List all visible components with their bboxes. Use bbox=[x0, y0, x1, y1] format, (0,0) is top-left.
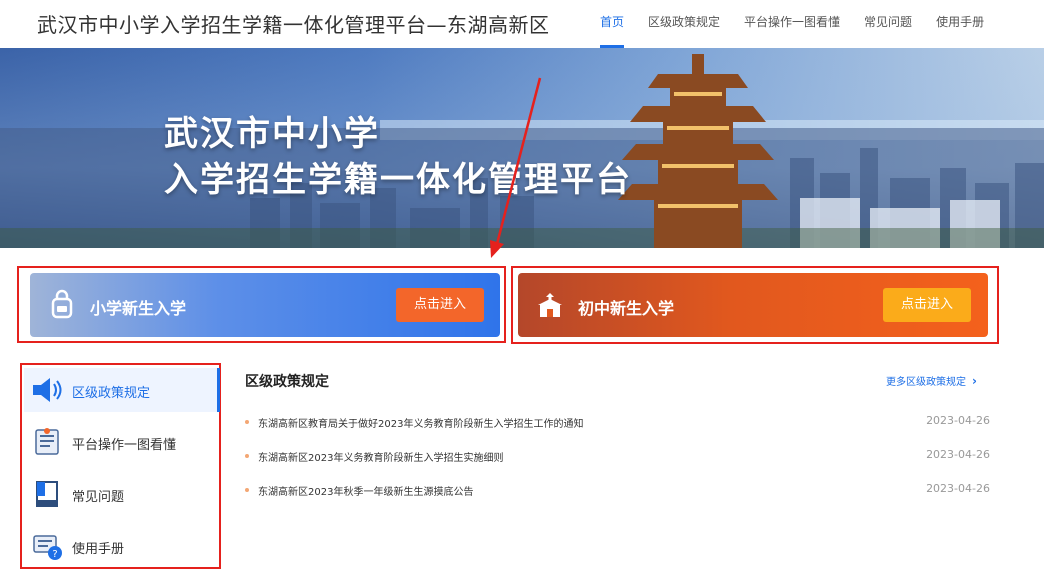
nav-home[interactable]: 首页 bbox=[600, 0, 625, 48]
sidebar-item-label: 常见问题 bbox=[72, 490, 125, 505]
policy-section-title: 区级政策规定 bbox=[245, 374, 329, 390]
middle-school-entry-label: 初中新生入学 bbox=[578, 299, 675, 318]
policy-date: 2023-04-26 bbox=[926, 482, 990, 495]
manual-help-icon: ? bbox=[33, 535, 62, 560]
banner-title-line-2: 入学招生学籍一体化管理平台 bbox=[164, 160, 632, 200]
main-nav: 首页 区级政策规定 平台操作一图看懂 常见问题 使用手册 bbox=[600, 0, 1008, 48]
yellow-crane-tower-image bbox=[618, 54, 778, 248]
hero-banner: 武汉市中小学 入学招生学籍一体化管理平台 bbox=[0, 48, 1044, 248]
sidebar-item-district-policy[interactable]: 区级政策规定 bbox=[24, 368, 220, 412]
sidebar-item-label: 平台操作一图看懂 bbox=[72, 438, 177, 453]
primary-school-entry-card[interactable]: 小学新生入学 点击进入 bbox=[30, 273, 500, 337]
list-item[interactable]: 东湖高新区教育局关于做好2023年义务教育阶段新生入学招生工作的通知 2023-… bbox=[245, 412, 990, 432]
sidebar-item-label: 使用手册 bbox=[72, 542, 125, 557]
policy-link-text[interactable]: 东湖高新区教育局关于做好2023年义务教育阶段新生入学招生工作的通知 bbox=[258, 415, 583, 430]
primary-school-entry-label: 小学新生入学 bbox=[90, 299, 187, 318]
bullet-dot bbox=[245, 420, 249, 424]
nav-faq[interactable]: 常见问题 bbox=[864, 0, 912, 48]
nav-district-policy[interactable]: 区级政策规定 bbox=[648, 0, 720, 48]
bullet-dot bbox=[245, 488, 249, 492]
school-building-icon bbox=[538, 293, 562, 317]
sidebar-item-operation-guide[interactable]: 平台操作一图看懂 bbox=[24, 420, 220, 464]
policy-link-text[interactable]: 东湖高新区2023年义务教育阶段新生入学招生实施细则 bbox=[258, 449, 503, 464]
nav-operation-guide[interactable]: 平台操作一图看懂 bbox=[744, 0, 840, 48]
book-icon bbox=[36, 481, 58, 507]
primary-school-enter-button[interactable]: 点击进入 bbox=[396, 288, 484, 322]
nav-user-manual[interactable]: 使用手册 bbox=[936, 0, 984, 48]
sidebar-item-faq[interactable]: 常见问题 bbox=[24, 472, 220, 516]
middle-school-entry-card[interactable]: 初中新生入学 点击进入 bbox=[518, 273, 988, 337]
sidebar-item-user-manual[interactable]: ? 使用手册 bbox=[24, 524, 220, 568]
school-bag-icon bbox=[51, 289, 73, 319]
policy-date: 2023-04-26 bbox=[926, 414, 990, 427]
top-header: 武汉市中小学入学招生学籍一体化管理平台—东湖高新区 首页 区级政策规定 平台操作… bbox=[0, 0, 1044, 48]
chevron-right-icon: › bbox=[972, 374, 977, 388]
speaker-icon bbox=[33, 378, 62, 402]
left-sidebar: 区级政策规定 平台操作一图看懂 常见问题 ? 使用手册 bbox=[24, 366, 220, 566]
list-item[interactable]: 东湖高新区2023年秋季一年级新生生源摸底公告 2023-04-26 bbox=[245, 480, 990, 500]
policy-date: 2023-04-26 bbox=[926, 448, 990, 461]
more-policy-link[interactable]: 更多区级政策规定 › bbox=[886, 373, 977, 388]
middle-school-enter-button[interactable]: 点击进入 bbox=[883, 288, 971, 322]
list-item[interactable]: 东湖高新区2023年义务教育阶段新生入学招生实施细则 2023-04-26 bbox=[245, 446, 990, 466]
banner-title-line-1: 武汉市中小学 bbox=[164, 114, 380, 154]
site-title: 武汉市中小学入学招生学籍一体化管理平台—东湖高新区 bbox=[37, 13, 550, 37]
policy-link-text[interactable]: 东湖高新区2023年秋季一年级新生生源摸底公告 bbox=[258, 483, 473, 498]
svg-text:?: ? bbox=[52, 549, 57, 560]
document-icon bbox=[35, 428, 59, 455]
bullet-dot bbox=[245, 454, 249, 458]
sidebar-item-label: 区级政策规定 bbox=[72, 386, 151, 401]
more-policy-label: 更多区级政策规定 bbox=[886, 377, 966, 388]
